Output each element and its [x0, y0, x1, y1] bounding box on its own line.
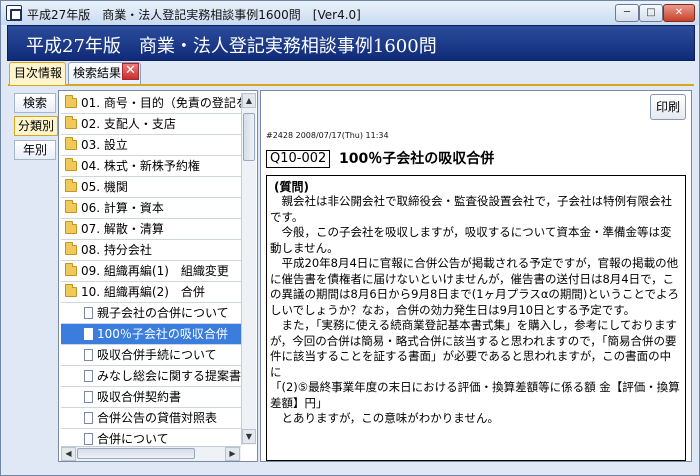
- tree-item-label: 02. 支配人・支店: [81, 117, 176, 131]
- tree-doc-item[interactable]: 親子会社の合併について: [61, 303, 241, 324]
- question-paragraph: 「(2)⑤最終事業年度の末日における評価・換算差額等に係る額 金【評価・換算差額…: [270, 380, 680, 410]
- tree-folder-item[interactable]: 09. 組織再編(1) 組織変更: [61, 261, 241, 282]
- print-button[interactable]: 印刷: [650, 94, 686, 120]
- document-icon: [84, 433, 93, 445]
- maximize-button[interactable]: □: [639, 4, 663, 22]
- tree-item-label: みなし総会に関する提案書: [97, 369, 241, 383]
- tree-doc-item[interactable]: 100％子会社の吸収合併: [61, 324, 241, 345]
- side-tab-search[interactable]: 検索: [14, 93, 56, 113]
- post-metadata: #2428 2008/07/17(Thu) 11:34: [266, 131, 389, 140]
- app-icon: [6, 5, 22, 21]
- tree-folder-item[interactable]: 01. 商号・目的（免責の登記を: [61, 93, 241, 114]
- minimize-button[interactable]: ─: [615, 4, 639, 22]
- tree-folder-item[interactable]: 08. 持分会社: [61, 240, 241, 261]
- vertical-scrollbar[interactable]: ▲ ▼: [241, 93, 256, 445]
- tree-item-label: 06. 計算・資本: [81, 201, 164, 215]
- folder-icon: [65, 179, 77, 192]
- scroll-down-icon[interactable]: ▼: [242, 429, 256, 444]
- question-paragraph: 親会社は非公開会社で取締役会・監査役設置会社で，子会社は特例有限会社です。: [270, 194, 673, 224]
- window-title: 平成27年版 商業・法人登記実務相談事例1600問 [Ver4.0]: [27, 8, 361, 22]
- question-paragraph: 平成20年8月4日に官報に合併公告が掲載される予定ですが，官報の掲載の他に催告書…: [270, 256, 680, 317]
- folder-icon: [65, 242, 77, 255]
- tree-item-label: 08. 持分会社: [81, 243, 152, 257]
- side-tab-category[interactable]: 分類別: [14, 116, 58, 136]
- tree-item-label: 100％子会社の吸収合併: [97, 327, 228, 341]
- category-tree: 01. 商号・目的（免責の登記を 02. 支配人・支店 03. 設立 04. 株式・新…: [58, 90, 258, 462]
- document-icon: [84, 391, 93, 403]
- question-paragraph: 今般，この子会社を吸収しますが，吸収するについて資本金・準備金等は変動しません。: [270, 225, 672, 255]
- question-box: (質問) 親会社は非公開会社で取締役会・監査役設置会社で，子会社は特例有限会社で…: [266, 175, 686, 461]
- tree-folder-item[interactable]: 06. 計算・資本: [61, 198, 241, 219]
- scroll-up-icon[interactable]: ▲: [242, 93, 256, 108]
- tree-item-label: 03. 設立: [81, 138, 128, 152]
- tree-folder-item[interactable]: 05. 機関: [61, 177, 241, 198]
- tree-item-label: 07. 解散・清算: [81, 222, 164, 236]
- tree-doc-item[interactable]: 吸収合併手続について: [61, 345, 241, 366]
- document-icon: [84, 370, 93, 382]
- tree-item-label: 10. 組織再編(2) 合併: [81, 285, 205, 299]
- folder-icon: [65, 158, 77, 171]
- tree-folder-item[interactable]: 04. 株式・新株予約権: [61, 156, 241, 177]
- document-icon: [84, 349, 93, 361]
- document-icon: [84, 412, 93, 424]
- tree-doc-item[interactable]: 吸収合併契約書: [61, 387, 241, 408]
- tree-item-label: 吸収合併契約書: [97, 390, 182, 404]
- hscroll-thumb[interactable]: [77, 448, 195, 459]
- title-bar[interactable]: 平成27年版 商業・法人登記実務相談事例1600問 [Ver4.0] ─ □ ✕: [1, 1, 699, 25]
- tab-toc[interactable]: 目次情報: [9, 62, 66, 85]
- case-id: Q10-002: [266, 150, 331, 168]
- folder-icon: [65, 137, 77, 150]
- tree-folder-item[interactable]: 10. 組織再編(2) 合併: [61, 282, 241, 303]
- close-window-button[interactable]: ✕: [663, 4, 695, 22]
- folder-icon: [65, 263, 77, 276]
- tree-item-label: 05. 機関: [81, 180, 128, 194]
- question-paragraph: とありますが，この意味がわかりません。: [270, 411, 499, 425]
- folder-icon: [65, 284, 77, 297]
- horizontal-scrollbar[interactable]: ◀ ▶: [61, 446, 241, 461]
- document-icon: [84, 328, 93, 340]
- tree-folder-item[interactable]: 02. 支配人・支店: [61, 114, 241, 135]
- question-body: 親会社は非公開会社で取締役会・監査役設置会社で，子会社は特例有限会社です。 今般…: [270, 194, 682, 427]
- banner-title: 平成27年版 商業・法人登記実務相談事例1600問: [26, 36, 437, 57]
- tree-folder-item[interactable]: 03. 設立: [61, 135, 241, 156]
- side-tab-year[interactable]: 年別: [14, 140, 56, 160]
- tree-folder-item[interactable]: 07. 解散・清算: [61, 219, 241, 240]
- tree-item-label: 吸収合併手続について: [97, 348, 217, 362]
- document-icon: [84, 307, 93, 319]
- scroll-left-icon[interactable]: ◀: [61, 447, 76, 461]
- tree-item-label: 合併公告の貸借対照表: [97, 411, 218, 425]
- scroll-thumb[interactable]: [243, 113, 255, 161]
- tree-doc-item[interactable]: 合併について: [61, 429, 241, 445]
- folder-icon: [65, 221, 77, 234]
- tree-doc-item[interactable]: みなし総会に関する提案書: [61, 366, 241, 387]
- question-paragraph: また，「実務に使える続商業登記基本書式集」を購入し，参考にしておりますが，今回の…: [270, 318, 677, 379]
- case-title: 100％子会社の吸収合併: [339, 151, 495, 167]
- folder-icon: [65, 116, 77, 129]
- tree-item-label: 09. 組織再編(1) 組織変更: [81, 264, 229, 278]
- question-heading: (質問): [274, 180, 309, 194]
- close-tab-icon[interactable]: ✕: [122, 63, 139, 80]
- header-banner: 平成27年版 商業・法人登記実務相談事例1600問: [7, 25, 695, 61]
- scroll-right-icon[interactable]: ▶: [225, 447, 240, 461]
- tree-item-label: 01. 商号・目的（免責の登記を: [81, 96, 241, 110]
- tree-item-label: 親子会社の合併について: [97, 306, 229, 320]
- tree-item-label: 04. 株式・新株予約権: [81, 159, 200, 173]
- folder-icon: [65, 95, 77, 108]
- tree-list: 01. 商号・目的（免責の登記を 02. 支配人・支店 03. 設立 04. 株式・新…: [61, 93, 241, 445]
- folder-icon: [65, 200, 77, 213]
- tree-doc-item[interactable]: 合併公告の貸借対照表: [61, 408, 241, 429]
- tree-item-label: 合併について: [97, 432, 169, 445]
